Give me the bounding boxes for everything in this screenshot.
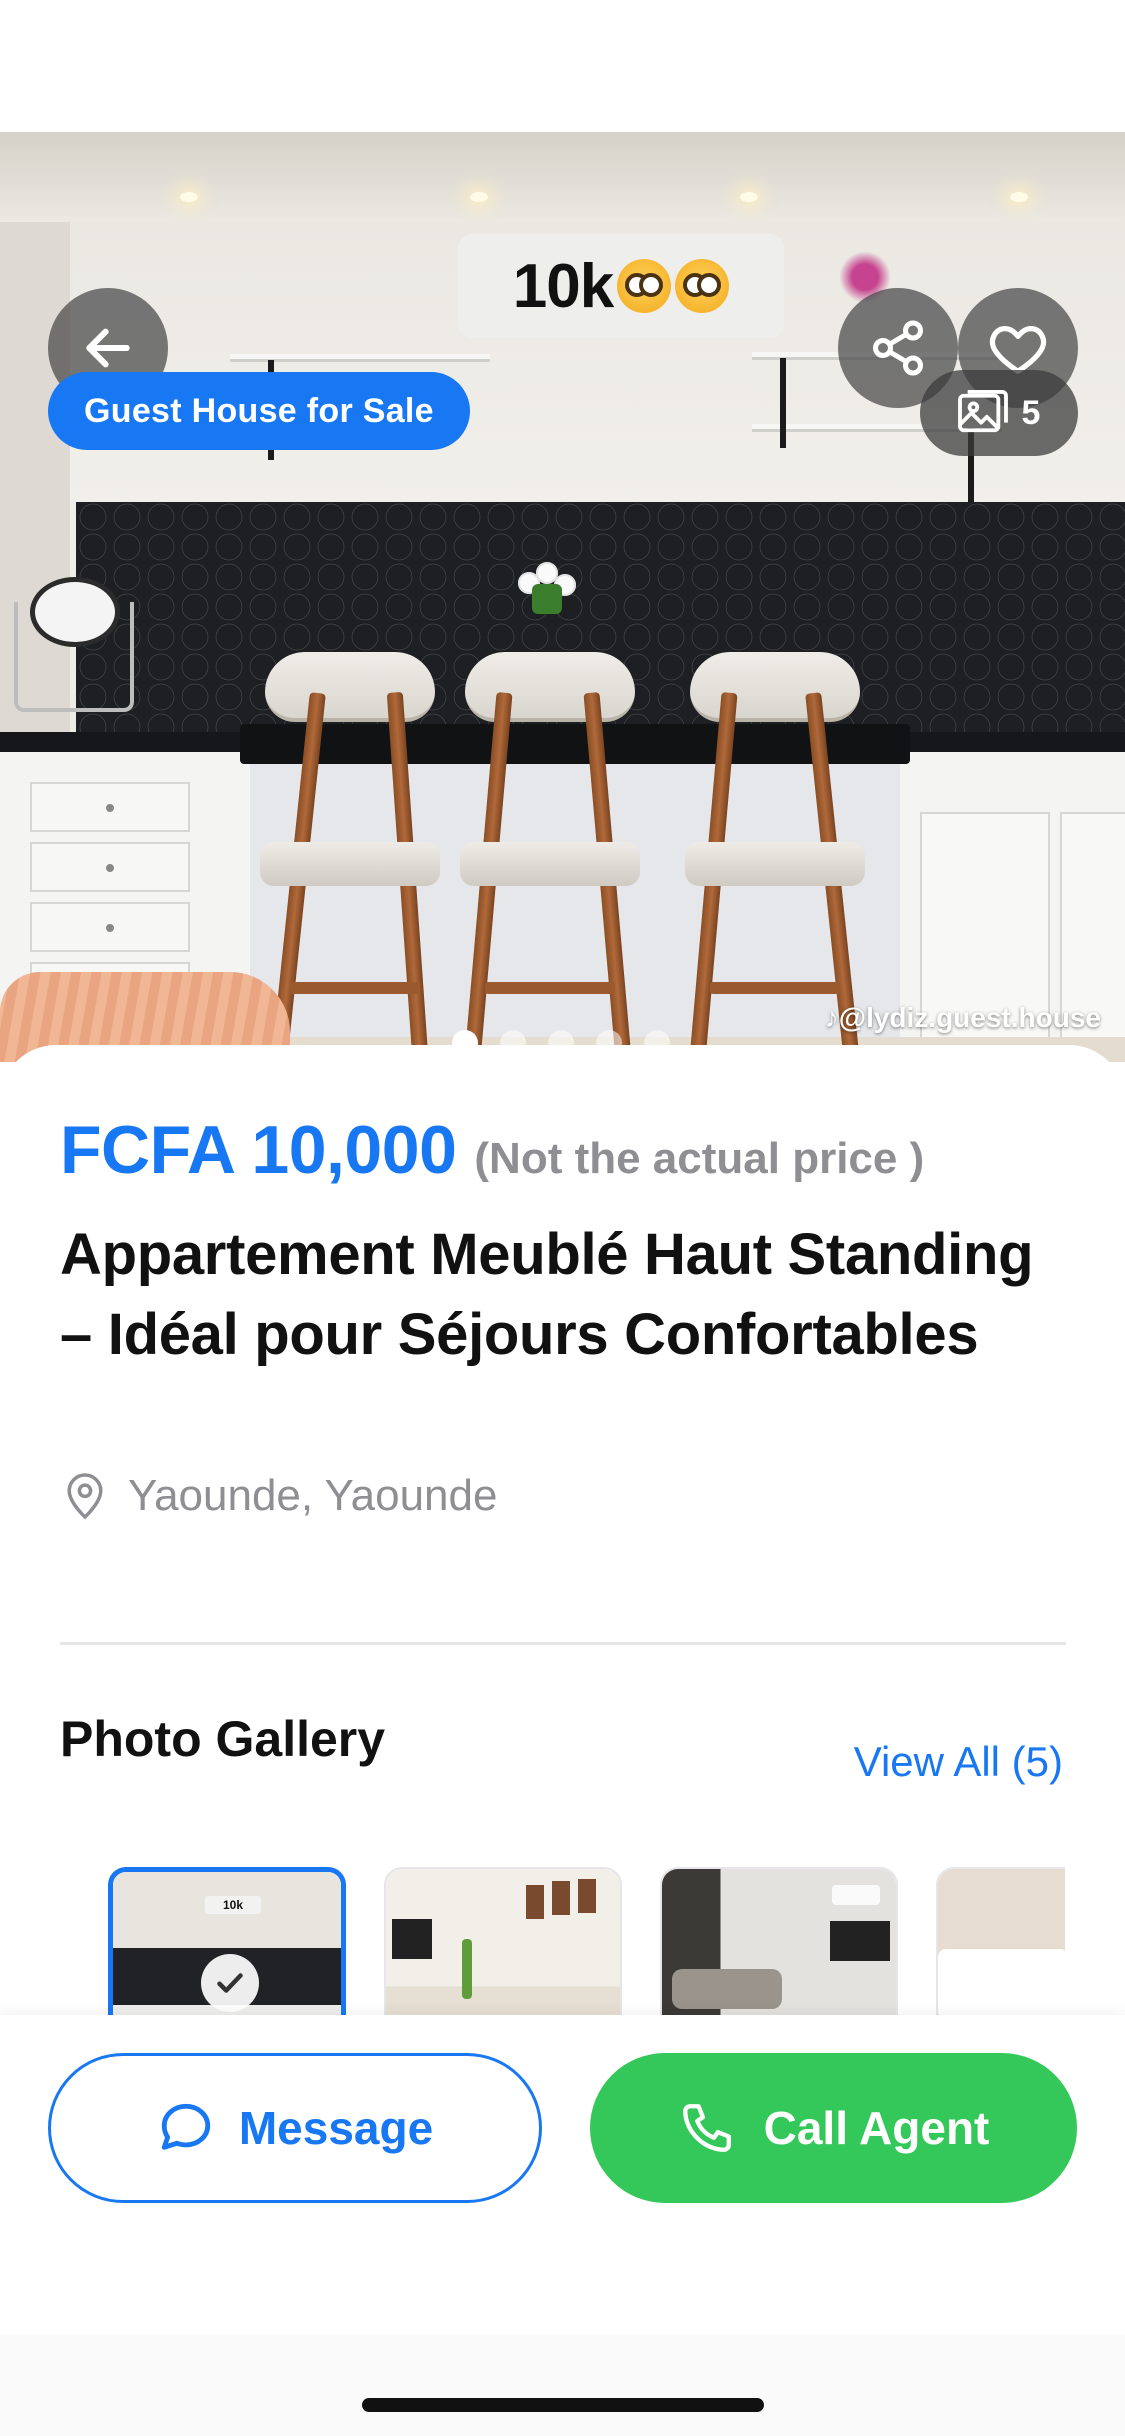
wall-sign: 10k [458,234,784,338]
divider [60,1642,1066,1645]
tiktok-icon: ♪ [824,1002,839,1033]
image-icon [957,390,1008,433]
ceiling-light [1010,192,1028,202]
chat-bubble-icon [161,2103,210,2150]
shelf-bracket [780,358,786,448]
drawer [30,842,190,892]
listing-title: Appartement Meublé Haut Standing – Idéal… [60,1222,1034,1367]
price-row: FCFA 10,000 (Not the actual price ) [60,1111,924,1189]
ceiling [0,132,1125,222]
bottom-action-bar: Message Call Agent [0,2015,1125,2335]
photo-count-label: 5 [1021,393,1041,432]
ceiling-light [740,192,758,202]
image-watermark: ♪@lydiz.guest.house [824,1002,1101,1033]
drawer [30,902,190,952]
home-indicator[interactable] [362,2398,764,2412]
dish-rack [14,602,134,712]
ceiling-light [470,192,488,202]
gallery-thumbnail[interactable]: 10k [108,1867,346,2015]
gallery-thumbnail[interactable] [660,1867,898,2015]
call-agent-button[interactable]: Call Agent [590,2053,1077,2203]
thumbnail-sign: 10k [205,1896,261,1914]
ceiling-light [180,192,198,202]
bottom-safe-area [0,2335,1125,2436]
photo-gallery-strip[interactable]: 10k [108,1867,1065,2015]
white-flowers [512,562,582,622]
view-all-photos-link[interactable]: View All (5) [854,1738,1063,1786]
drawer [30,782,190,832]
listing-details-card: FCFA 10,000 (Not the actual price ) Appa… [0,1045,1125,2015]
phone-icon [682,2104,731,2152]
arrow-left-icon [86,328,130,368]
photo-count-button[interactable]: 5 [920,370,1078,456]
map-pin-icon [67,1473,103,1520]
gallery-thumbnail[interactable] [384,1867,622,2015]
message-button[interactable]: Message [48,2053,542,2203]
checkmark-icon [217,1973,243,1993]
selected-check [201,1954,259,2012]
photo-gallery-title: Photo Gallery [60,1711,386,1767]
gallery-thumbnail[interactable] [936,1867,1065,2015]
message-button-label: Message [238,2102,434,2154]
listing-hero-image[interactable]: 10k [0,132,1125,1062]
bar-stool [450,652,650,1062]
location-text: Yaounde, Yaounde [128,1471,498,1520]
call-agent-label: Call Agent [763,2102,990,2154]
share-icon [873,320,923,376]
listing-price: FCFA 10,000 [60,1112,457,1188]
listing-type-badge: Guest House for Sale [48,372,470,450]
bar-stool [675,652,875,1062]
price-note: (Not the actual price ) [474,1134,925,1183]
listing-location: Yaounde, Yaounde [64,1471,497,1521]
